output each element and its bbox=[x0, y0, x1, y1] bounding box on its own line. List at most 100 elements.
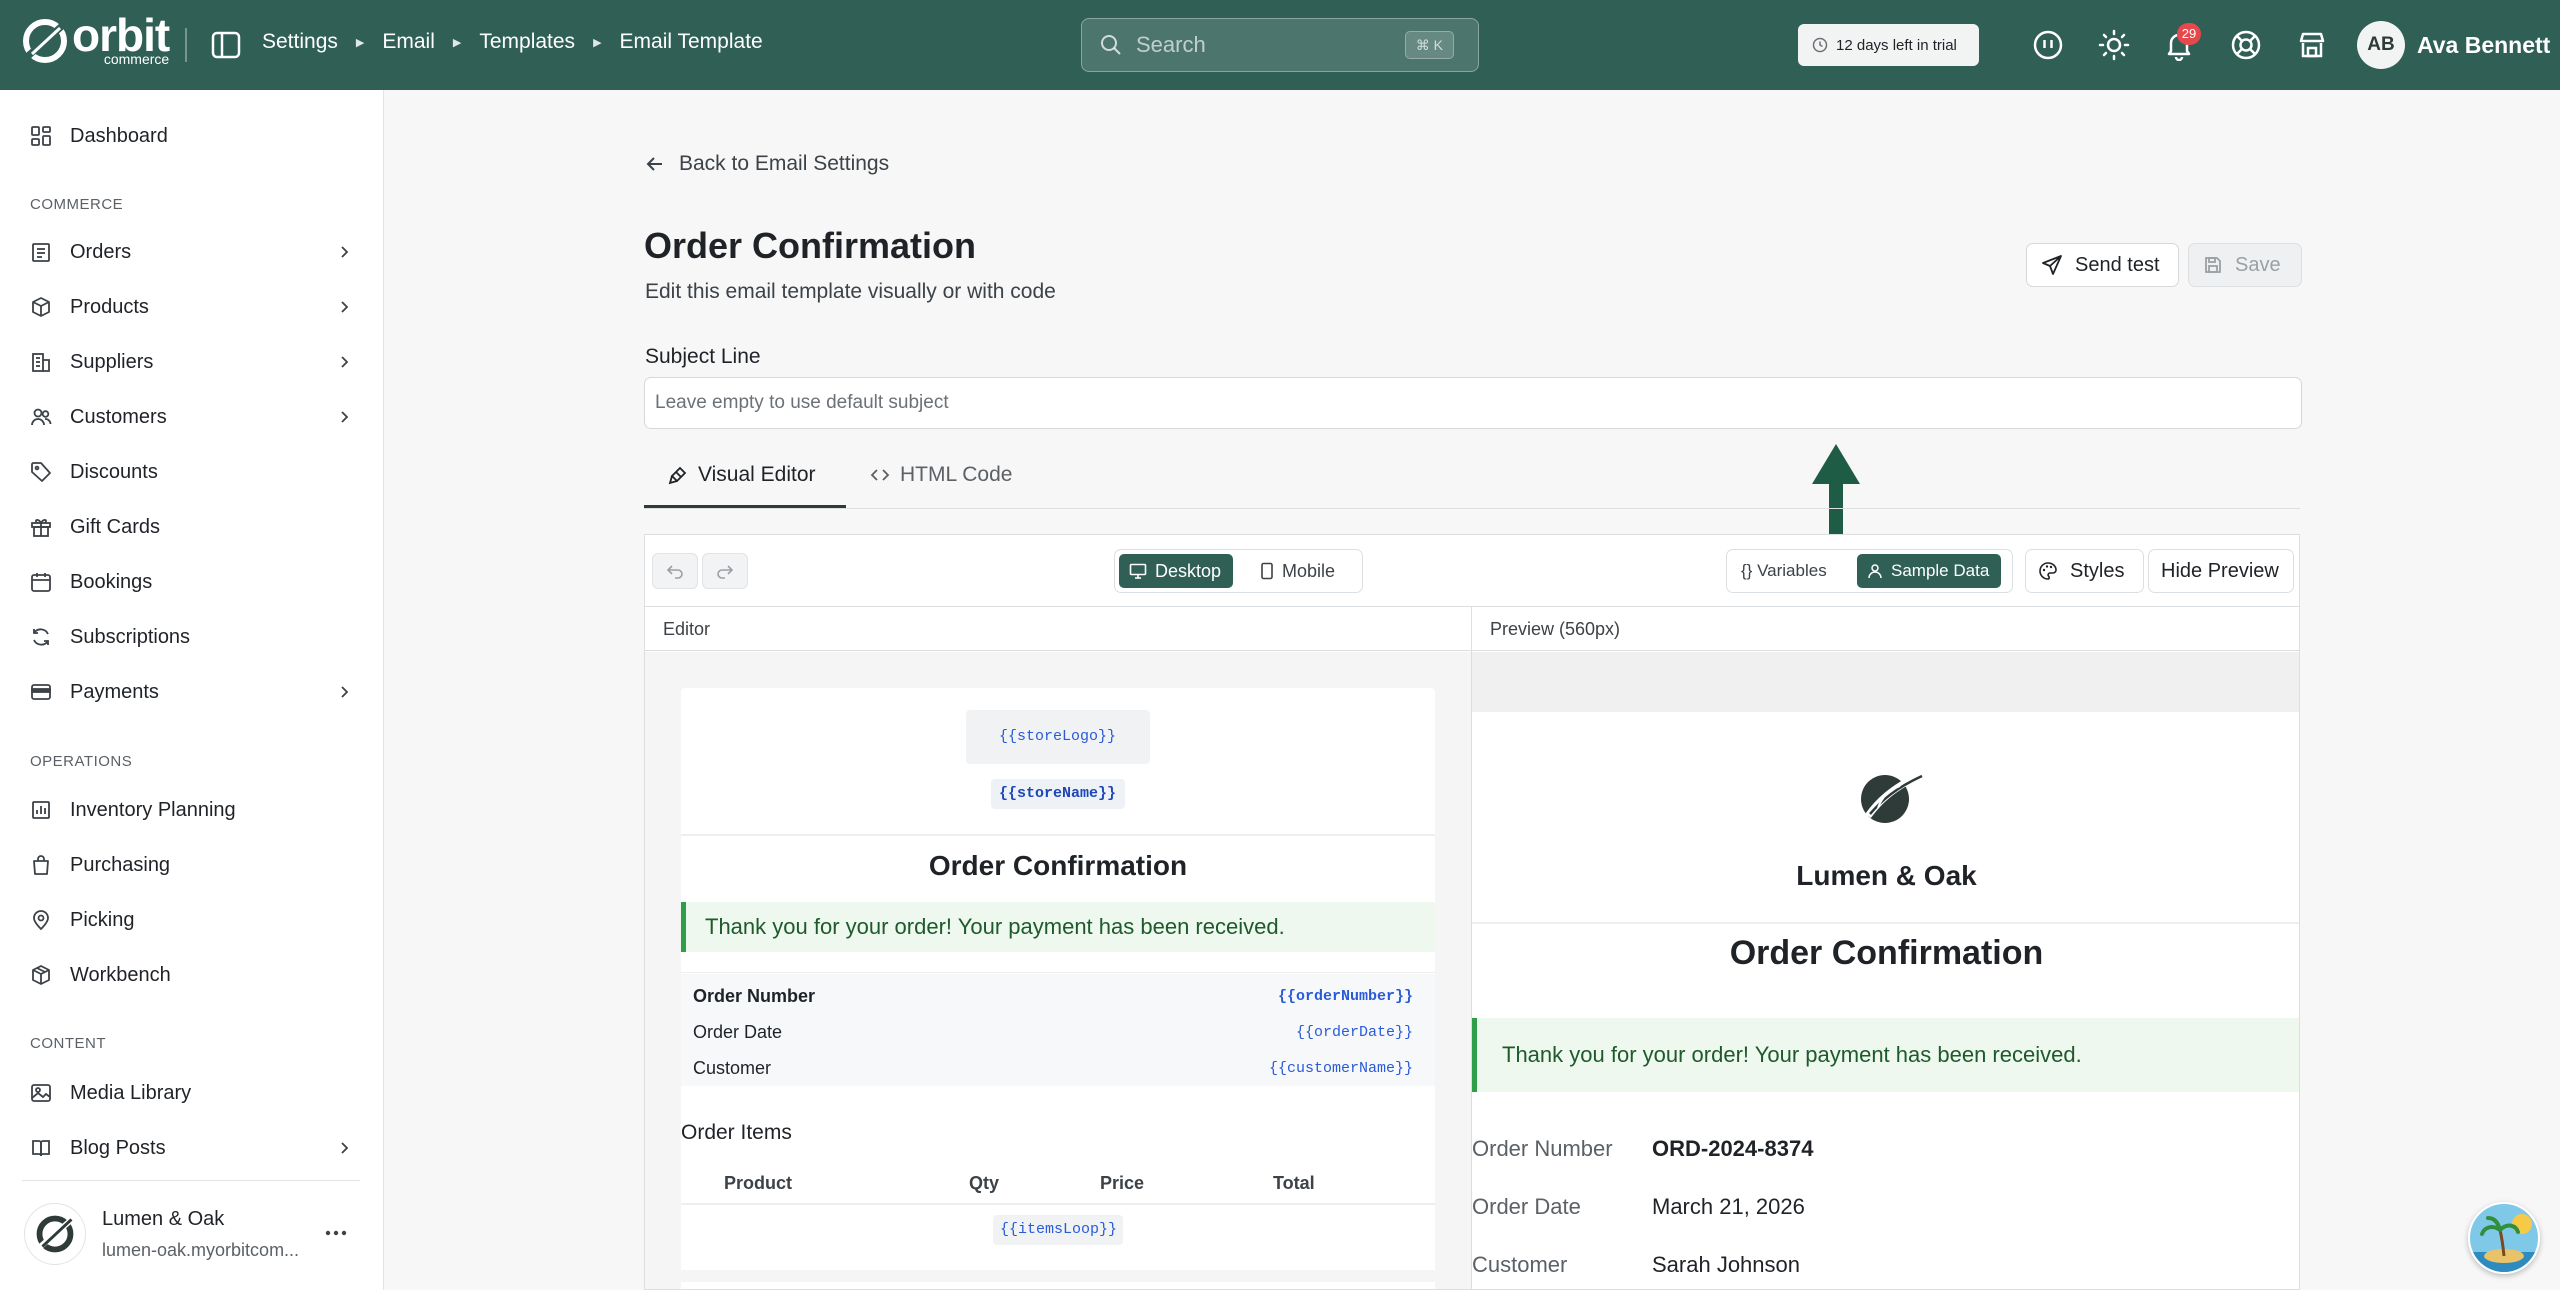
order-items-heading[interactable]: Order Items bbox=[681, 1121, 792, 1145]
clipboard-list-icon bbox=[32, 243, 50, 262]
sidebar-item-label: Products bbox=[70, 295, 149, 318]
tab-html-code[interactable]: HTML Code bbox=[870, 463, 1012, 487]
breadcrumb-separator-icon: ▶ bbox=[593, 36, 602, 49]
sidebar-item-customers[interactable]: Customers bbox=[0, 395, 384, 439]
sidebar-item-dashboard[interactable]: Dashboard bbox=[0, 114, 384, 158]
breadcrumb-email[interactable]: Email bbox=[382, 30, 435, 54]
column-header-product: Product bbox=[724, 1173, 793, 1193]
store-name-variable: {{storeName}} bbox=[999, 785, 1117, 802]
chevron-right-icon bbox=[341, 1142, 349, 1154]
sun-icon[interactable] bbox=[2098, 29, 2130, 61]
top-bar: orbit commerce Settings ▶ Email ▶ Templa… bbox=[0, 0, 2560, 90]
search-placeholder: Search bbox=[1136, 32, 1206, 57]
preview-pane-header: Preview (560px) bbox=[1472, 607, 2299, 651]
mobile-label: Mobile bbox=[1282, 560, 1336, 581]
orbit-logo-icon bbox=[23, 19, 67, 63]
device-toggle: Desktop Mobile bbox=[1114, 549, 1363, 593]
search-icon bbox=[1101, 35, 1121, 55]
sidebar-item-products[interactable]: Products bbox=[0, 285, 384, 329]
section-gap bbox=[681, 1270, 1435, 1282]
tab-visual-editor[interactable]: Visual Editor bbox=[668, 463, 816, 487]
sidebar-item-discounts[interactable]: Discounts bbox=[0, 450, 384, 494]
back-link-label: Back to Email Settings bbox=[679, 152, 890, 175]
user-avatar[interactable]: AB bbox=[2357, 21, 2405, 69]
search-input[interactable]: Search ⌘ K bbox=[1081, 18, 1479, 72]
arrow-up-annotation-icon bbox=[1812, 444, 1860, 534]
store-name[interactable]: Lumen & Oak bbox=[102, 1208, 224, 1231]
breadcrumb-templates[interactable]: Templates bbox=[479, 30, 575, 54]
sidebar-toggle-icon[interactable] bbox=[211, 31, 241, 59]
sidebar-item-orders[interactable]: Orders bbox=[0, 230, 384, 274]
assistant-icon[interactable] bbox=[2032, 29, 2064, 61]
hide-preview-button[interactable]: Hide Preview bbox=[2148, 549, 2294, 593]
save-button[interactable]: Save bbox=[2188, 243, 2302, 287]
phone-icon bbox=[1261, 562, 1273, 580]
preview-confirmation-banner: Thank you for your order! Your payment h… bbox=[1472, 1018, 2299, 1092]
sidebar-item-blog-posts[interactable]: Blog Posts bbox=[0, 1126, 384, 1170]
items-loop-variable: {{itemsLoop}} bbox=[1000, 1221, 1118, 1238]
subject-line-input[interactable] bbox=[644, 377, 2302, 429]
refresh-icon bbox=[33, 628, 49, 646]
search-shortcut: ⌘ K bbox=[1404, 31, 1454, 59]
email-canvas[interactable]: {{storeLogo}} {{storeName}} Order Confir… bbox=[681, 688, 1435, 1289]
sidebar-item-payments[interactable]: Payments bbox=[0, 670, 384, 714]
preview-order-number-value: ORD-2024-8374 bbox=[1652, 1136, 1814, 1161]
mobile-button[interactable]: Mobile bbox=[1250, 554, 1347, 588]
more-options-icon[interactable] bbox=[322, 1223, 350, 1243]
storefront-icon[interactable] bbox=[2296, 29, 2328, 61]
sidebar-item-label: Blog Posts bbox=[70, 1136, 166, 1159]
sidebar-item-picking[interactable]: Picking bbox=[0, 898, 384, 942]
store-logo-icon[interactable] bbox=[24, 1203, 86, 1265]
variables-label: {} Variables bbox=[1741, 561, 1827, 580]
header-divider bbox=[681, 834, 1435, 836]
orbit-logo[interactable]: orbit commerce bbox=[22, 12, 170, 66]
help-lifebuoy-icon[interactable] bbox=[2230, 29, 2262, 61]
trial-text: 12 days left in trial bbox=[1836, 36, 1957, 54]
sidebar-item-suppliers[interactable]: Suppliers bbox=[0, 340, 384, 384]
clock-icon bbox=[1812, 37, 1828, 53]
user-name[interactable]: Ava Bennett bbox=[2417, 32, 2550, 59]
sidebar-item-workbench[interactable]: Workbench bbox=[0, 953, 384, 997]
styles-button[interactable]: Styles bbox=[2025, 549, 2144, 593]
email-title[interactable]: Order Confirmation bbox=[681, 850, 1435, 882]
send-icon bbox=[2042, 255, 2062, 275]
sidebar-item-gift-cards[interactable]: Gift Cards bbox=[0, 505, 384, 549]
sidebar-item-label: Media Library bbox=[70, 1081, 192, 1104]
send-test-button[interactable]: Send test bbox=[2026, 243, 2179, 287]
assistant-avatar[interactable] bbox=[2468, 1202, 2540, 1274]
breadcrumb-settings[interactable]: Settings bbox=[262, 30, 338, 54]
preview-store-name: Lumen & Oak bbox=[1796, 860, 1977, 891]
sidebar-item-media-library[interactable]: Media Library bbox=[0, 1071, 384, 1115]
subject-line-label: Subject Line bbox=[645, 345, 761, 368]
variables-button[interactable]: {} Variables bbox=[1731, 554, 1839, 588]
image-icon bbox=[31, 1084, 51, 1102]
editor-pane[interactable]: {{storeLogo}} {{storeName}} Order Confir… bbox=[645, 652, 1471, 1289]
sidebar-item-inventory-planning[interactable]: Inventory Planning bbox=[0, 788, 384, 832]
redo-button[interactable] bbox=[702, 553, 748, 589]
palm-island-icon bbox=[2470, 1204, 2538, 1272]
tabs-divider bbox=[644, 508, 2300, 509]
sidebar-item-label: Payments bbox=[70, 680, 159, 703]
undo-button[interactable] bbox=[652, 553, 698, 589]
sidebar-item-label: Subscriptions bbox=[70, 625, 191, 648]
sidebar-item-bookings[interactable]: Bookings bbox=[0, 560, 384, 604]
confirmation-banner[interactable]: Thank you for your order! Your payment h… bbox=[681, 902, 1435, 952]
sidebar-item-purchasing[interactable]: Purchasing bbox=[0, 843, 384, 887]
sample-data-button[interactable]: Sample Data bbox=[1857, 554, 2002, 588]
sidebar-item-label: Discounts bbox=[70, 460, 158, 483]
order-info-block[interactable]: Order Number {{orderNumber}} Order Date … bbox=[681, 974, 1435, 1086]
back-to-email-settings-link[interactable]: Back to Email Settings bbox=[645, 152, 889, 176]
package-icon bbox=[32, 965, 50, 985]
active-tab-indicator bbox=[644, 505, 846, 508]
sidebar-item-subscriptions[interactable]: Subscriptions bbox=[0, 615, 384, 659]
store-url: lumen-oak.myorbitcom... bbox=[102, 1240, 300, 1260]
chevron-right-icon bbox=[341, 686, 349, 698]
store-logo-variable: {{storeLogo}} bbox=[999, 728, 1117, 745]
chevron-right-icon bbox=[341, 411, 349, 423]
trial-badge[interactable]: 12 days left in trial bbox=[1798, 24, 1979, 66]
sidebar-item-label: Customers bbox=[70, 405, 167, 428]
info-divider bbox=[681, 972, 1435, 973]
bag-icon bbox=[33, 855, 49, 875]
desktop-button[interactable]: Desktop bbox=[1119, 554, 1234, 588]
editor-pane-header: Editor bbox=[645, 607, 1471, 651]
